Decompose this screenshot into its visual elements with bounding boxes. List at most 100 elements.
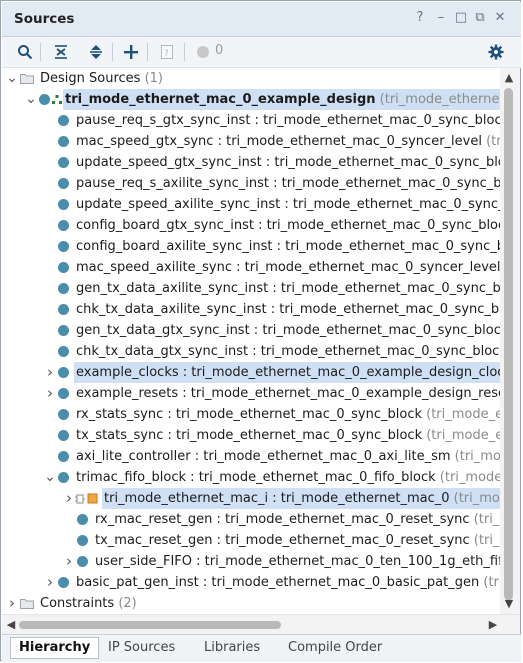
node-name: update_speed_axilite_sync_inst : tri_mod… [76, 197, 500, 212]
document-icon[interactable]: ? [157, 42, 177, 62]
horizontal-scroll-thumb[interactable] [19, 621, 281, 629]
tree-row-label[interactable]: pause_req_s_axilite_sync_inst : tri_mode… [74, 173, 500, 194]
tree-row[interactable]: gen_tx_data_gtx_sync_inst : tri_mode_eth… [2, 320, 500, 341]
tree-row-label[interactable]: update_speed_axilite_sync_inst : tri_mod… [74, 194, 500, 215]
tree-row[interactable]: rx_mac_reset_gen : tri_mode_ethernet_mac… [2, 509, 500, 530]
tab-ip-sources[interactable]: IP Sources [100, 638, 183, 658]
status-circle-icon [193, 42, 213, 62]
gear-icon[interactable] [486, 42, 506, 62]
tree-row[interactable]: config_board_gtx_sync_inst : tri_mode_et… [2, 215, 500, 236]
tree-row-label[interactable]: tri_mode_ethernet_mac_0_example_design (… [63, 89, 500, 110]
tree-row-label[interactable]: rx_stats_sync : tri_mode_ethernet_mac_0_… [74, 404, 500, 425]
module-icon [58, 346, 69, 357]
tree-row-label[interactable]: chk_tx_data_gtx_sync_inst : tri_mode_eth… [74, 341, 500, 362]
search-icon[interactable] [15, 42, 35, 62]
node-suffix: (tri_mode_ethernet_mac_0_basic_pat_gen.v… [483, 575, 500, 590]
tree-row-label[interactable]: chk_tx_data_axilite_sync_inst : tri_mode… [74, 299, 500, 320]
module-icon [77, 514, 88, 525]
vertical-scrollbar[interactable]: ▲ ▼ [500, 68, 520, 614]
tree-row-label[interactable]: basic_pat_gen_inst : tri_mode_ethernet_m… [74, 572, 500, 593]
minimize-icon[interactable]: – [434, 11, 448, 25]
tree-row[interactable]: config_board_axilite_sync_inst : tri_mod… [2, 236, 500, 257]
collapse-caret-icon[interactable]: ⌄ [6, 68, 18, 89]
tree-row-label[interactable]: pause_req_s_gtx_sync_inst : tri_mode_eth… [74, 110, 500, 131]
expand-all-icon[interactable] [86, 42, 106, 62]
tree-row-label[interactable]: mac_speed_gtx_sync : tri_mode_ethernet_m… [74, 131, 500, 152]
tree-row[interactable]: update_speed_axilite_sync_inst : tri_mod… [2, 194, 500, 215]
tree-row[interactable]: › user_side_FIFO : tri_mode_ethernet_mac_… [2, 551, 500, 572]
collapse-all-icon[interactable] [51, 42, 71, 62]
tree-row[interactable]: pause_req_s_axilite_sync_inst : tri_mode… [2, 173, 500, 194]
expand-caret-icon[interactable]: › [44, 383, 56, 404]
tree-row-label[interactable]: Design Sources (1) [38, 68, 165, 89]
tree-row[interactable]: mac_speed_axilite_sync : tri_mode_ethern… [2, 257, 500, 278]
tree-row[interactable]: ⌄ tri_mode_ethernet_mac_0_example_design … [2, 89, 500, 110]
tree-row[interactable]: › Constraints (2) [2, 593, 500, 614]
scroll-left-icon[interactable]: ◀ [4, 619, 18, 631]
tree-row[interactable]: gen_tx_data_axilite_sync_inst : tri_mode… [2, 278, 500, 299]
tree-row[interactable]: rx_stats_sync : tri_mode_ethernet_mac_0_… [2, 404, 500, 425]
tree-row[interactable]: › example_clocks : tri_mode_ethernet_mac_… [2, 362, 500, 383]
tree-row[interactable]: › basic_pat_gen_inst : tri_mode_ethernet_… [2, 572, 500, 593]
tree-row[interactable]: chk_tx_data_gtx_sync_inst : tri_mode_eth… [2, 341, 500, 362]
source-tree[interactable]: ⌄ Design Sources (1) ⌄ tri_mode_ethernet_ma… [2, 68, 500, 614]
tree-row-label[interactable]: tx_mac_reset_gen : tri_mode_ethernet_mac… [93, 530, 500, 551]
expand-caret-icon[interactable]: › [6, 593, 18, 614]
tree-row[interactable]: › example_resets : tri_mode_ethernet_mac_… [2, 383, 500, 404]
add-icon[interactable] [121, 42, 141, 62]
tree-row-label[interactable]: gen_tx_data_gtx_sync_inst : tri_mode_eth… [74, 320, 500, 341]
tree-row-label[interactable]: Constraints (2) [38, 593, 139, 614]
tree-row-label[interactable]: tri_mode_ethernet_mac_i : tri_mode_ether… [102, 488, 500, 509]
tree-row-label[interactable]: update_speed_gtx_sync_inst : tri_mode_et… [74, 152, 500, 173]
tree-row[interactable]: update_speed_gtx_sync_inst : tri_mode_et… [2, 152, 500, 173]
help-icon[interactable]: ? [413, 11, 427, 25]
scroll-right-icon[interactable]: ▶ [486, 619, 500, 631]
tree-row-label[interactable]: config_board_axilite_sync_inst : tri_mod… [74, 236, 500, 257]
module-icon [58, 325, 69, 336]
panel-title: Sources [14, 11, 75, 27]
tab-libraries[interactable]: Libraries [196, 638, 268, 658]
expand-caret-icon[interactable]: › [44, 362, 56, 383]
tree-row[interactable]: › tri_mode_ethernet_mac_i : tri_mode_ethe… [2, 488, 500, 509]
module-icon [58, 283, 69, 294]
tab-hierarchy[interactable]: Hierarchy [10, 637, 100, 659]
tree-row-label[interactable]: example_clocks : tri_mode_ethernet_mac_0… [74, 362, 500, 383]
tree-row[interactable]: axi_lite_controller : tri_mode_ethernet_… [2, 446, 500, 467]
tree-row-label[interactable]: example_resets : tri_mode_ethernet_mac_0… [74, 383, 500, 404]
module-icon [77, 535, 88, 546]
close-icon[interactable]: ✕ [493, 11, 507, 25]
tree-row-label[interactable]: rx_mac_reset_gen : tri_mode_ethernet_mac… [93, 509, 500, 530]
tree-row[interactable]: tx_mac_reset_gen : tri_mode_ethernet_mac… [2, 530, 500, 551]
collapse-caret-icon[interactable]: ⌄ [25, 89, 37, 110]
tree-row[interactable]: chk_tx_data_axilite_sync_inst : tri_mode… [2, 299, 500, 320]
tree-row[interactable]: ⌄ trimac_fifo_block : tri_mode_ethernet_m… [2, 467, 500, 488]
sources-panel: Sources ? – □ ⧉ ✕ ? 0 ⌄ Design Sources (… [0, 0, 521, 662]
tree-row-label[interactable]: gen_tx_data_axilite_sync_inst : tri_mode… [74, 278, 500, 299]
module-icon [39, 94, 50, 105]
tree-row-label[interactable]: user_side_FIFO : tri_mode_ethernet_mac_0… [93, 551, 500, 572]
scroll-down-icon[interactable]: ▼ [502, 598, 516, 610]
tree-row-label[interactable]: mac_speed_axilite_sync : tri_mode_ethern… [74, 257, 500, 278]
tree-row[interactable]: tx_stats_sync : tri_mode_ethernet_mac_0_… [2, 425, 500, 446]
vertical-scroll-thumb[interactable] [504, 88, 513, 600]
module-icon [58, 136, 69, 147]
node-suffix: (2) [114, 596, 137, 611]
tab-compile-order[interactable]: Compile Order [280, 638, 390, 658]
tree-row[interactable]: pause_req_s_gtx_sync_inst : tri_mode_eth… [2, 110, 500, 131]
expand-caret-icon[interactable]: › [63, 551, 75, 572]
tree-row-label[interactable]: trimac_fifo_block : tri_mode_ethernet_ma… [74, 467, 500, 488]
tree-row-label[interactable]: tx_stats_sync : tri_mode_ethernet_mac_0_… [74, 425, 500, 446]
module-icon [58, 178, 69, 189]
expand-caret-icon[interactable]: › [44, 572, 56, 593]
collapse-caret-icon[interactable]: ⌄ [44, 467, 56, 488]
float-icon[interactable]: ⧉ [473, 11, 487, 25]
tree-row[interactable]: mac_speed_gtx_sync : tri_mode_ethernet_m… [2, 131, 500, 152]
node-name: gen_tx_data_axilite_sync_inst : tri_mode… [76, 281, 500, 296]
horizontal-scrollbar[interactable]: ◀ ▶ [2, 614, 520, 635]
tree-row[interactable]: ⌄ Design Sources (1) [2, 68, 500, 89]
expand-caret-icon[interactable]: › [63, 488, 75, 509]
maximize-icon[interactable]: □ [454, 11, 468, 25]
tree-row-label[interactable]: axi_lite_controller : tri_mode_ethernet_… [74, 446, 500, 467]
tree-row-label[interactable]: config_board_gtx_sync_inst : tri_mode_et… [74, 215, 500, 236]
scroll-up-icon[interactable]: ▲ [502, 72, 516, 84]
